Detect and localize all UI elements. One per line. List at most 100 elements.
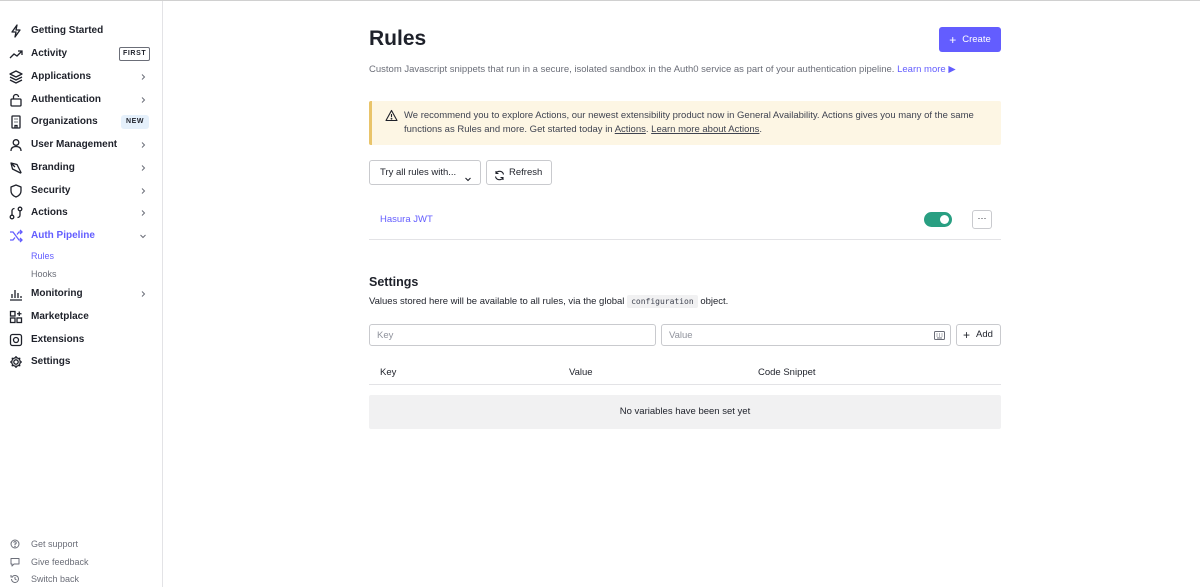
sidebar-item-label: Applications	[31, 71, 92, 82]
main-content: Rules + Create Custom Javascript snippet…	[164, 1, 1200, 587]
chevron-right-icon	[139, 290, 147, 298]
sidebar-item-organizations[interactable]: Organizations NEW	[0, 111, 163, 133]
sidebar-item-label: Auth Pipeline	[31, 230, 95, 241]
sidebar-item-marketplace[interactable]: Marketplace	[0, 306, 163, 328]
variables-table-header: Key Value Code Snippet	[369, 363, 1001, 385]
sidebar-item-actions[interactable]: Actions	[0, 202, 163, 224]
add-variable-button[interactable]: + Add	[956, 324, 1001, 346]
refresh-icon	[494, 167, 505, 181]
sidebar-subitem-rules[interactable]: Rules	[31, 249, 54, 263]
plug-icon	[9, 333, 23, 347]
shield-icon	[9, 184, 23, 198]
help-icon	[10, 539, 20, 549]
refresh-button[interactable]: Refresh	[486, 160, 552, 185]
new-badge: NEW	[121, 115, 150, 129]
column-header-code-snippet: Code Snippet	[758, 367, 816, 378]
sidebar-item-getting-started[interactable]: Getting Started	[0, 20, 163, 42]
keyboard-icon[interactable]	[934, 328, 945, 340]
sidebar-item-label: Security	[31, 185, 71, 196]
gear-icon	[9, 355, 23, 369]
chevron-down-icon	[464, 169, 472, 182]
actions-icon	[9, 206, 23, 220]
sidebar-item-label: Branding	[31, 162, 75, 173]
page-subtitle: Custom Javascript snippets that run in a…	[369, 64, 956, 75]
alert-end: .	[759, 124, 763, 135]
chevron-right-icon	[139, 73, 147, 81]
sidebar-item-label: Activity	[31, 48, 68, 59]
configuration-code: configuration	[627, 295, 698, 308]
give-feedback-link[interactable]: Give feedback	[0, 554, 163, 570]
warning-icon	[385, 109, 398, 122]
subtitle-text: Custom Javascript snippets that run in a…	[369, 64, 895, 75]
sidebar-item-settings[interactable]: Settings	[0, 351, 163, 373]
building-icon	[9, 115, 23, 129]
rule-more-options-button[interactable]: ···	[972, 210, 992, 229]
settings-desc-after: object.	[700, 296, 729, 307]
sidebar-item-branding[interactable]: Branding	[0, 157, 163, 179]
bolt-icon	[9, 24, 23, 38]
key-input[interactable]	[369, 324, 656, 346]
pen-icon	[9, 161, 23, 175]
actions-link[interactable]: Actions	[615, 124, 646, 135]
chevron-right-icon	[139, 141, 147, 149]
actions-recommendation-alert: We recommend you to explore Actions, our…	[369, 101, 1001, 145]
sidebar-item-label: Authentication	[31, 94, 101, 105]
sidebar-subitem-hooks[interactable]: Hooks	[31, 267, 57, 281]
column-header-value: Value	[569, 367, 593, 378]
empty-variables-message: No variables have been set yet	[369, 395, 1001, 429]
get-support-label: Get support	[31, 539, 79, 549]
first-badge: FIRST	[119, 47, 151, 61]
trend-icon	[9, 47, 23, 61]
value-input[interactable]	[661, 324, 951, 346]
comment-icon	[10, 557, 20, 567]
sidebar-item-auth-pipeline[interactable]: Auth Pipeline	[0, 225, 163, 247]
sidebar-item-label: Actions	[31, 207, 68, 218]
sidebar-item-monitoring[interactable]: Monitoring	[0, 283, 163, 305]
sidebar-item-label: Marketplace	[31, 311, 89, 322]
chevron-right-icon	[139, 164, 147, 172]
sidebar-item-security[interactable]: Security	[0, 180, 163, 202]
settings-section-title: Settings	[369, 275, 419, 289]
sidebar-item-label: Organizations	[31, 116, 98, 127]
grid-plus-icon	[9, 310, 23, 324]
rule-row: Hasura JWT ···	[369, 205, 1001, 240]
history-icon	[10, 574, 20, 584]
sidebar-item-label: User Management	[31, 139, 118, 150]
layers-icon	[9, 70, 23, 84]
sidebar-item-activity[interactable]: Activity FIRST	[0, 43, 163, 65]
pipeline-icon	[9, 229, 23, 243]
sidebar-item-label: Monitoring	[31, 288, 83, 299]
chevron-right-icon	[139, 96, 147, 104]
rule-name-link[interactable]: Hasura JWT	[380, 214, 433, 225]
sidebar-item-applications[interactable]: Applications	[0, 66, 163, 88]
rule-enabled-toggle[interactable]	[924, 212, 952, 227]
chart-icon	[9, 287, 23, 301]
sidebar-item-label: Extensions	[31, 334, 85, 345]
switch-back-label: Switch back	[31, 574, 80, 584]
add-button-label: Add	[976, 329, 993, 340]
settings-desc-before: Values stored here will be available to …	[369, 296, 625, 307]
sidebar-item-user-management[interactable]: User Management	[0, 134, 163, 156]
try-all-rules-label: Try all rules with...	[380, 167, 457, 178]
plus-icon: +	[949, 32, 957, 47]
chevron-down-icon	[139, 232, 147, 240]
page-title: Rules	[369, 27, 427, 50]
sidebar-item-authentication[interactable]: Authentication	[0, 89, 163, 111]
sidebar-item-label: Getting Started	[31, 25, 104, 36]
learn-more-link[interactable]: Learn more ▶	[897, 64, 956, 75]
column-header-key: Key	[380, 367, 397, 378]
chevron-right-icon	[139, 187, 147, 195]
create-button[interactable]: + Create	[939, 27, 1001, 52]
refresh-button-label: Refresh	[509, 167, 543, 178]
create-button-label: Create	[962, 34, 991, 45]
try-all-rules-dropdown[interactable]: Try all rules with...	[369, 160, 481, 185]
lock-icon	[9, 93, 23, 107]
switch-back-link[interactable]: Switch back	[0, 571, 163, 587]
sidebar-item-extensions[interactable]: Extensions	[0, 329, 163, 351]
get-support-link[interactable]: Get support	[0, 536, 163, 552]
give-feedback-label: Give feedback	[31, 557, 89, 567]
learn-more-actions-link[interactable]: Learn more about Actions	[651, 124, 759, 135]
plus-icon: +	[963, 328, 971, 342]
user-icon	[9, 138, 23, 152]
sidebar-item-label: Settings	[31, 356, 71, 367]
